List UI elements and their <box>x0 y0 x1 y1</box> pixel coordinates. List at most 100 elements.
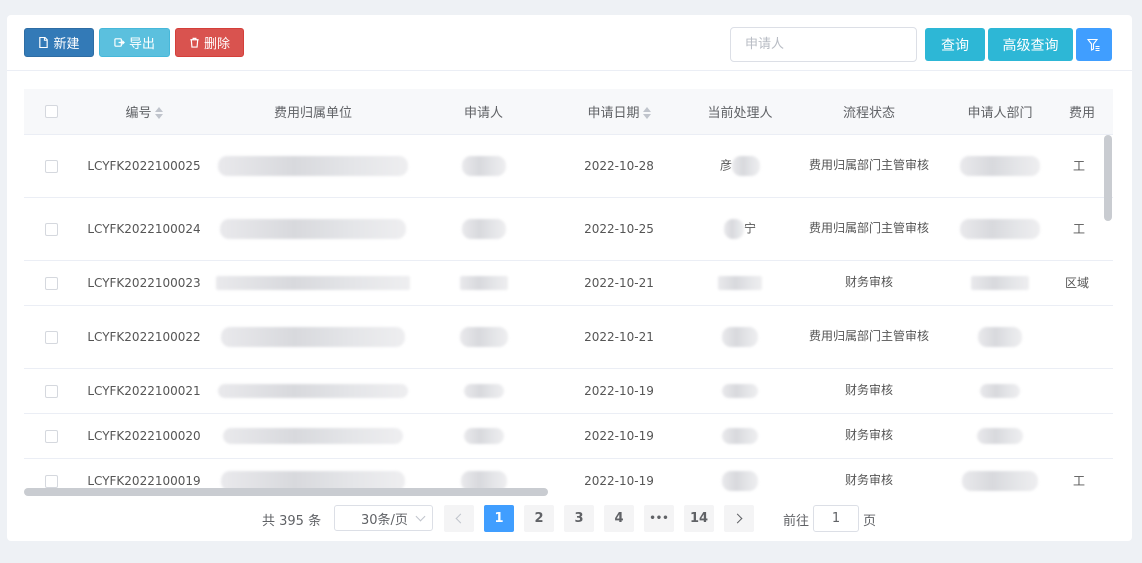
table-row[interactable]: LCYFK2022100025 2022-10-28 彦 费用归属部门主管审核 … <box>24 134 1113 198</box>
redacted-text <box>218 155 408 176</box>
row-date: 2022-10-25 <box>551 197 687 261</box>
redacted-text <box>220 218 406 239</box>
prev-page-button[interactable] <box>444 505 474 532</box>
redacted-text <box>221 326 405 347</box>
redacted-text <box>722 427 758 444</box>
row-id: LCYFK2022100023 <box>78 260 210 306</box>
page-size-value: 30条/页 <box>361 512 408 528</box>
page-4-button[interactable]: 4 <box>604 505 634 532</box>
export-icon <box>114 38 125 47</box>
trash-icon <box>190 37 199 48</box>
pagination: 共 395 条 30条/页 1 2 3 4 ••• 14 前往 页 <box>7 505 1132 533</box>
total-count: 共 395 条 <box>262 514 322 529</box>
row-status: 费用归属部门主管审核 <box>793 134 945 198</box>
row-checkbox[interactable] <box>44 330 58 344</box>
row-date: 2022-10-28 <box>551 134 687 198</box>
file-icon <box>39 37 49 48</box>
goto-label: 前往 <box>783 514 810 529</box>
advanced-query-button[interactable]: 高级查询 <box>988 28 1073 61</box>
table-row[interactable]: LCYFK2022100020 2022-10-19 财务审核 <box>24 413 1113 459</box>
table-header-row: 编号 费用归属单位 申请人 申请日期 当前处理人 流程状态 申请人部门 费用 <box>24 89 1113 135</box>
column-header-applicant: 申请人 <box>416 89 551 135</box>
new-button[interactable]: 新建 <box>24 28 94 57</box>
select-all-cell <box>24 89 78 135</box>
row-checkbox[interactable] <box>44 474 58 488</box>
filter-button[interactable] <box>1076 28 1112 61</box>
query-button-label: 查询 <box>941 37 969 54</box>
table-row[interactable]: LCYFK2022100023 2022-10-21 财务审核 区域 <box>24 260 1113 306</box>
redacted-text <box>461 218 506 239</box>
filter-icon <box>1087 38 1100 51</box>
column-header-id[interactable]: 编号 <box>78 89 210 135</box>
horizontal-scrollbar[interactable] <box>24 488 548 496</box>
redacted-text <box>723 218 744 239</box>
chevron-down-icon <box>415 511 426 522</box>
delete-button[interactable]: 删除 <box>175 28 244 57</box>
advanced-query-button-label: 高级查询 <box>1002 37 1059 54</box>
row-id: LCYFK2022100020 <box>78 413 210 459</box>
row-date: 2022-10-21 <box>551 260 687 306</box>
next-page-button[interactable] <box>724 505 754 532</box>
page-3-button[interactable]: 3 <box>564 505 594 532</box>
redacted-text <box>461 155 506 176</box>
page-14-button[interactable]: 14 <box>684 505 714 532</box>
vertical-scrollbar[interactable] <box>1104 135 1112 221</box>
redacted-text <box>463 427 504 444</box>
row-status: 费用归属部门主管审核 <box>793 305 945 369</box>
table-row[interactable]: LCYFK2022100024 2022-10-25 宁 费用归属部门主管审核 … <box>24 197 1113 261</box>
row-checkbox[interactable] <box>44 384 58 398</box>
row-status: 财务审核 <box>793 368 945 414</box>
column-header-cost: 费用 <box>1055 89 1113 135</box>
export-button[interactable]: 导出 <box>99 28 170 57</box>
row-status: 财务审核 <box>793 413 945 459</box>
redacted-text <box>732 155 760 176</box>
toolbar: 新建 导出 删除 查询 高级查询 <box>7 15 1132 71</box>
redacted-text <box>977 427 1023 444</box>
row-date: 2022-10-19 <box>551 368 687 414</box>
redacted-text <box>223 427 403 444</box>
row-date: 2022-10-21 <box>551 305 687 369</box>
page-2-button[interactable]: 2 <box>524 505 554 532</box>
row-id: LCYFK2022100024 <box>78 197 210 261</box>
table-row[interactable]: LCYFK2022100022 2022-10-21 费用归属部门主管审核 <box>24 305 1113 369</box>
redacted-text <box>980 383 1020 398</box>
page-size-select[interactable]: 30条/页 <box>334 505 433 531</box>
row-id: LCYFK2022100021 <box>78 368 210 414</box>
redacted-text <box>722 470 758 491</box>
redacted-text <box>978 326 1022 347</box>
redacted-text <box>459 326 508 347</box>
row-date: 2022-10-19 <box>551 413 687 459</box>
sort-icon[interactable] <box>642 107 651 120</box>
redacted-text <box>216 275 410 290</box>
query-button[interactable]: 查询 <box>925 28 985 61</box>
redacted-text <box>962 470 1038 491</box>
sort-icon[interactable] <box>154 107 163 120</box>
redacted-text <box>463 383 504 398</box>
new-button-label: 新建 <box>53 37 80 52</box>
row-checkbox[interactable] <box>44 159 58 173</box>
more-pages-button[interactable]: ••• <box>644 505 674 532</box>
column-header-applicant-dept: 申请人部门 <box>945 89 1055 135</box>
redacted-text <box>960 155 1040 176</box>
applicant-search-input[interactable] <box>730 27 917 62</box>
row-status: 财务审核 <box>793 458 945 497</box>
row-date: 2022-10-19 <box>551 458 687 497</box>
delete-button-label: 删除 <box>203 37 230 52</box>
column-header-current-handler: 当前处理人 <box>687 89 793 135</box>
row-status: 财务审核 <box>793 260 945 306</box>
select-all-checkbox[interactable] <box>44 104 58 118</box>
row-checkbox[interactable] <box>44 222 58 236</box>
redacted-text <box>722 326 758 347</box>
row-checkbox[interactable] <box>44 276 58 290</box>
table-row[interactable]: LCYFK2022100021 2022-10-19 财务审核 <box>24 368 1113 414</box>
main-card: 新建 导出 删除 查询 高级查询 编号 <box>7 15 1132 541</box>
column-header-apply-date[interactable]: 申请日期 <box>551 89 687 135</box>
page-suffix: 页 <box>863 514 877 529</box>
goto-page-input[interactable] <box>813 505 859 532</box>
redacted-text <box>971 275 1029 290</box>
page-1-button[interactable]: 1 <box>484 505 514 532</box>
redacted-text <box>960 218 1040 239</box>
row-checkbox[interactable] <box>44 429 58 443</box>
export-button-label: 导出 <box>128 37 155 52</box>
redacted-text <box>218 383 408 398</box>
